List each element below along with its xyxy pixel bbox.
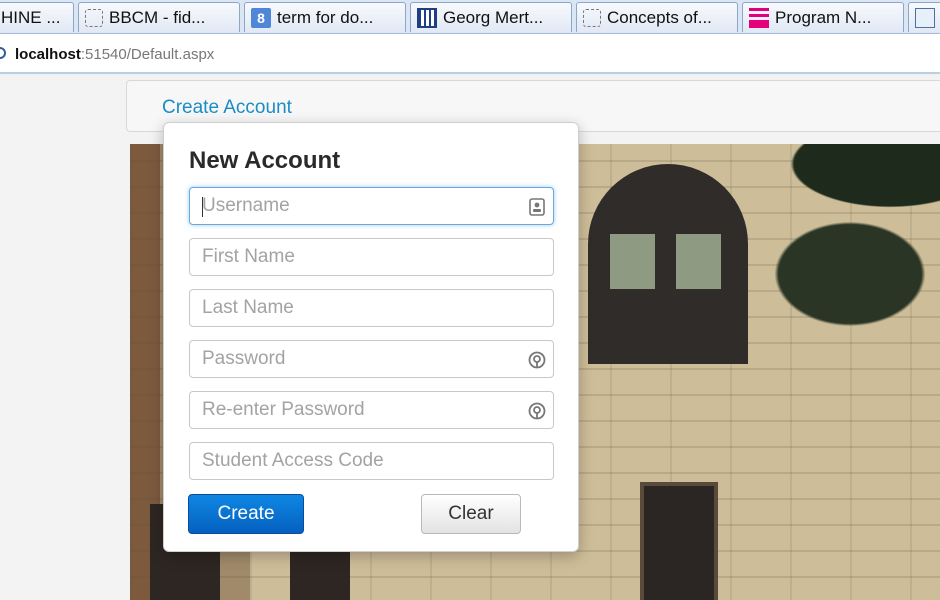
globe-icon: [0, 47, 6, 59]
tab-label: Concepts of...: [607, 7, 712, 27]
page-icon: [85, 8, 103, 27]
access-code-input[interactable]: [190, 443, 553, 479]
new-account-modal: New Account Create Clear: [163, 122, 579, 552]
grid-icon: [417, 7, 437, 28]
create-account-link[interactable]: Create Account: [162, 97, 292, 119]
password-key-icon: [528, 351, 546, 369]
page-icon: [583, 8, 601, 27]
tab-label: BBCM - fid...: [109, 7, 206, 27]
url-path: :51540/Default.aspx: [80, 46, 215, 63]
reenter-password-input[interactable]: [190, 392, 553, 428]
tab-label: HINE ...: [1, 7, 61, 27]
tab-label: Program N...: [775, 7, 872, 27]
last-name-field[interactable]: [189, 289, 554, 327]
address-bar[interactable]: localhost:51540/Default.aspx: [0, 34, 940, 74]
url-text[interactable]: localhost:51540/Default.aspx: [15, 46, 214, 63]
browser-tab-bar: HINE ... BBCM - fid... 8 term for do... …: [0, 0, 940, 34]
browser-tab[interactable]: [908, 2, 940, 32]
password-field[interactable]: [189, 340, 554, 378]
password-key-icon: [528, 402, 546, 420]
browser-tab[interactable]: Georg Mert...: [410, 2, 572, 32]
browser-tab[interactable]: Concepts of...: [576, 2, 738, 32]
browser-tab[interactable]: Program N...: [742, 2, 904, 32]
password-input[interactable]: [190, 341, 553, 377]
contact-card-icon: [529, 198, 545, 216]
browser-tab[interactable]: 8 term for do...: [244, 2, 406, 32]
first-name-field[interactable]: [189, 238, 554, 276]
last-name-input[interactable]: [190, 290, 553, 326]
tab-label: term for do...: [277, 7, 374, 27]
browser-tab[interactable]: BBCM - fid...: [78, 2, 240, 32]
reenter-password-field[interactable]: [189, 391, 554, 429]
clear-button[interactable]: Clear: [421, 494, 521, 534]
site-icon: [915, 7, 935, 28]
google-search-icon: 8: [251, 7, 271, 28]
arched-window: [588, 164, 748, 364]
url-host: localhost: [15, 46, 81, 63]
door: [640, 482, 718, 600]
first-name-input[interactable]: [190, 239, 553, 275]
tab-label: Georg Mert...: [443, 7, 544, 27]
create-button[interactable]: Create: [188, 494, 304, 534]
modal-title: New Account: [189, 147, 341, 174]
browser-tab[interactable]: HINE ...: [0, 2, 74, 32]
username-field[interactable]: [189, 187, 554, 225]
text-caret: [202, 197, 203, 217]
program-icon: [749, 7, 769, 28]
username-input[interactable]: [190, 188, 553, 224]
access-code-field[interactable]: [189, 442, 554, 480]
